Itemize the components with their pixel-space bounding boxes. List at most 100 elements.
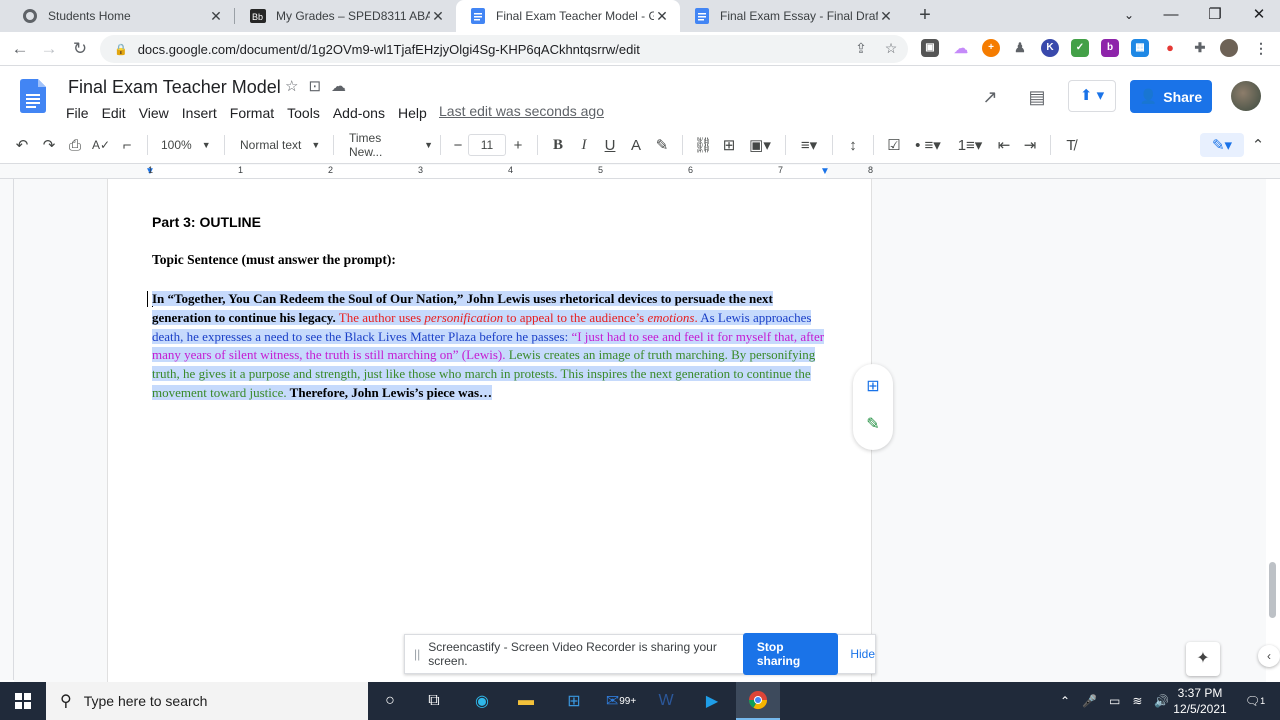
extension-b-icon[interactable]: b: [1101, 39, 1119, 57]
bold-icon[interactable]: B: [545, 133, 571, 157]
menu-insert[interactable]: Insert: [182, 103, 223, 123]
back-button[interactable]: ←: [9, 39, 31, 61]
cloud-status-icon[interactable]: ☁: [331, 77, 346, 95]
outline-heading[interactable]: Part 3: OUTLINE: [152, 214, 261, 230]
checklist-icon[interactable]: ☑: [881, 133, 907, 157]
extension-k-icon[interactable]: K: [1041, 39, 1059, 57]
windows-start-icon[interactable]: [0, 682, 46, 720]
share-page-icon[interactable]: ⇪: [852, 40, 870, 58]
menu-view[interactable]: View: [139, 103, 175, 123]
file-explorer-icon[interactable]: ▬: [504, 682, 548, 720]
notification-center-icon[interactable]: 🗨 1: [1240, 682, 1270, 720]
extension-green-icon[interactable]: ✓: [1071, 39, 1089, 57]
profile-avatar[interactable]: [1220, 39, 1238, 57]
essay-paragraph[interactable]: In “Together, You Can Redeem the Soul of…: [152, 290, 832, 403]
browser-menu-icon[interactable]: ⋮: [1252, 39, 1270, 57]
hide-button[interactable]: Hide: [850, 647, 875, 661]
edge-icon[interactable]: ◉: [460, 682, 504, 720]
tab-search-chevron-icon[interactable]: ⌄: [1106, 0, 1152, 32]
activity-dashboard-icon[interactable]: ↗: [978, 85, 1002, 109]
close-window-button[interactable]: ✕: [1236, 0, 1280, 32]
mail-icon[interactable]: ✉ 99+: [600, 682, 644, 720]
show-hidden-icons-icon[interactable]: ⌃: [1060, 694, 1070, 708]
line-spacing-icon[interactable]: ↕: [840, 133, 866, 157]
decrease-indent-icon[interactable]: ⇤: [991, 133, 1017, 157]
store-icon[interactable]: ⊞: [552, 682, 596, 720]
restore-button[interactable]: ❐: [1192, 0, 1238, 32]
screencastify-extension-icon[interactable]: ●: [1161, 39, 1179, 57]
present-button[interactable]: ⬆ ▾: [1068, 80, 1116, 112]
numbered-list-icon[interactable]: 1≡▾: [949, 133, 991, 157]
tab-final-exam-teacher-model[interactable]: Final Exam Teacher Model - Goo ✕: [456, 0, 680, 32]
undo-icon[interactable]: ↶: [8, 133, 36, 157]
paint-format-icon[interactable]: ⌐: [114, 133, 140, 157]
wifi-icon[interactable]: ≋: [1132, 694, 1142, 708]
explore-button[interactable]: ✦: [1186, 642, 1220, 676]
cortana-icon[interactable]: ○: [368, 682, 412, 720]
collapse-menus-icon[interactable]: ⌃: [1244, 133, 1272, 157]
font-size-input[interactable]: 11: [468, 134, 506, 156]
extension-icon[interactable]: ▣: [921, 39, 939, 57]
reload-button[interactable]: ↻: [69, 39, 91, 61]
vertical-scrollbar[interactable]: [1269, 562, 1276, 618]
word-icon[interactable]: W: [644, 682, 688, 720]
omnibox[interactable]: 🔒 docs.google.com/document/d/1g2OVm9-wl1…: [100, 35, 908, 63]
battery-icon[interactable]: ▭: [1109, 694, 1120, 708]
add-comment-icon[interactable]: ⊞: [863, 376, 883, 396]
extensions-puzzle-icon[interactable]: ✚: [1191, 39, 1209, 57]
text-color-icon[interactable]: A: [623, 133, 649, 157]
taskbar-clock[interactable]: 3:37 PM 12/5/2021: [1170, 685, 1230, 717]
style-select[interactable]: Normal text ▼: [232, 138, 326, 152]
stop-sharing-button[interactable]: Stop sharing: [742, 633, 839, 675]
tab-students-home[interactable]: Students Home ✕: [8, 0, 234, 32]
print-icon[interactable]: ⎙: [62, 133, 88, 157]
tab-final-exam-essay[interactable]: Final Exam Essay - Final Draft - G ✕: [680, 0, 904, 32]
menu-addons[interactable]: Add-ons: [333, 103, 391, 123]
forward-button[interactable]: →: [38, 39, 60, 61]
decrease-font-size-button[interactable]: −: [448, 133, 468, 157]
menu-edit[interactable]: Edit: [102, 103, 132, 123]
task-view-icon[interactable]: ⧉: [412, 682, 456, 720]
add-comment-icon[interactable]: ⊞: [716, 133, 742, 157]
video-player-icon[interactable]: ▶: [690, 682, 734, 720]
extension-person-icon[interactable]: ♟: [1011, 39, 1029, 57]
comment-history-icon[interactable]: ▤: [1025, 85, 1049, 109]
star-icon[interactable]: ☆: [285, 77, 298, 95]
close-icon[interactable]: ✕: [208, 8, 224, 25]
close-icon[interactable]: ✕: [430, 8, 446, 25]
new-tab-button[interactable]: +: [914, 5, 936, 27]
align-icon[interactable]: ≡▾: [793, 133, 825, 157]
font-select[interactable]: Times New... ▼: [341, 131, 433, 159]
drag-handle-icon[interactable]: ||: [414, 647, 420, 661]
close-icon[interactable]: ✕: [878, 8, 894, 25]
menu-file[interactable]: File: [66, 103, 95, 123]
suggest-edits-icon[interactable]: ✎: [863, 414, 883, 434]
account-avatar[interactable]: [1231, 81, 1261, 111]
bookmark-star-icon[interactable]: ☆: [882, 40, 900, 58]
extension-cloud-icon[interactable]: ☁: [952, 39, 970, 57]
menu-help[interactable]: Help: [398, 103, 433, 123]
zoom-select[interactable]: 100% ▼: [155, 138, 217, 152]
close-icon[interactable]: ✕: [654, 8, 670, 25]
increase-font-size-button[interactable]: +: [506, 133, 530, 157]
topic-sentence-label[interactable]: Topic Sentence (must answer the prompt):: [152, 252, 832, 268]
taskbar-search-box[interactable]: ⚲ Type here to search: [46, 682, 368, 720]
side-panel-toggle-icon[interactable]: ‹: [1258, 645, 1280, 667]
move-folder-icon[interactable]: ⊡: [308, 77, 321, 95]
underline-icon[interactable]: U: [597, 133, 623, 157]
chrome-icon[interactable]: [736, 682, 780, 720]
highlight-icon[interactable]: ✎: [649, 133, 675, 157]
menu-format[interactable]: Format: [230, 103, 280, 123]
link-icon[interactable]: ⛓: [690, 133, 716, 157]
minimize-button[interactable]: —: [1148, 0, 1194, 32]
editing-mode-icon[interactable]: ✎▾: [1200, 133, 1244, 157]
insert-image-icon[interactable]: ▣▾: [742, 133, 778, 157]
docs-logo-icon[interactable]: [20, 79, 46, 113]
spellcheck-icon[interactable]: A✓: [88, 133, 114, 157]
volume-icon[interactable]: 🔊: [1154, 694, 1169, 708]
menu-tools[interactable]: Tools: [287, 103, 326, 123]
microphone-icon[interactable]: 🎤: [1082, 694, 1097, 708]
increase-indent-icon[interactable]: ⇥: [1017, 133, 1043, 157]
redo-icon[interactable]: ↷: [36, 133, 62, 157]
extension-orange-icon[interactable]: +: [982, 39, 1000, 57]
